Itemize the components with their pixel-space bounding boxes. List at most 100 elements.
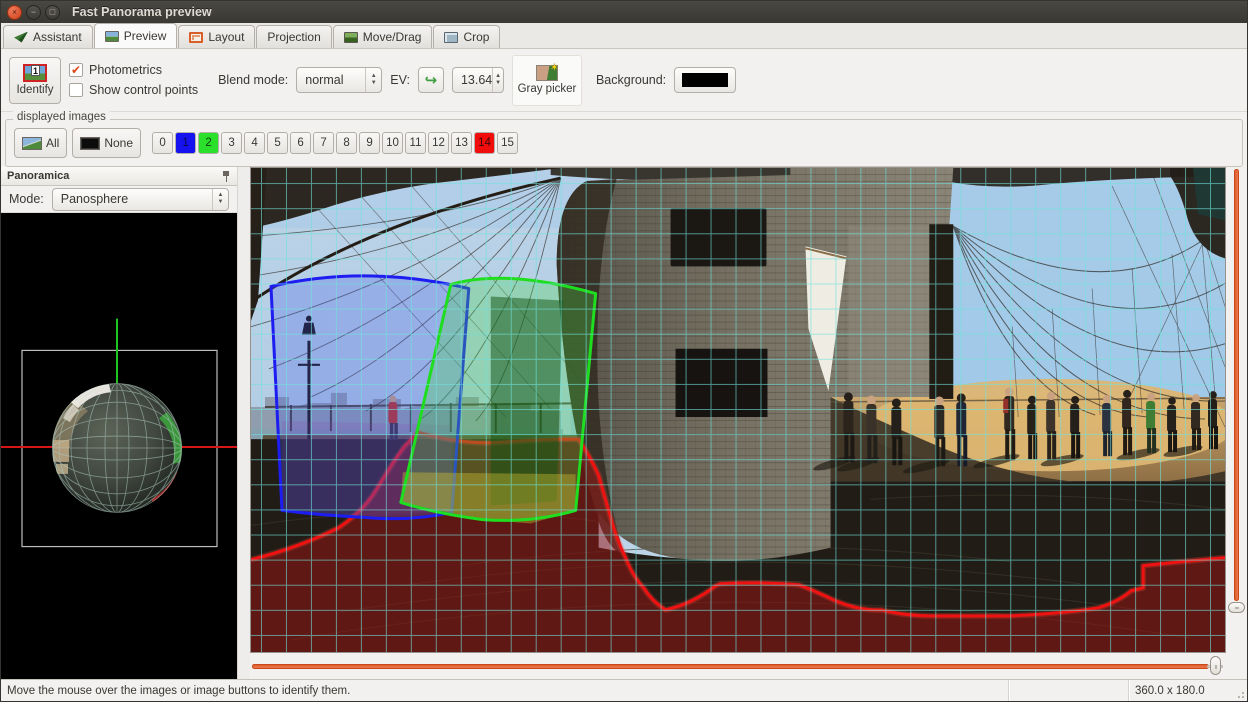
image-toggle-13[interactable]: 13: [451, 132, 472, 154]
panosphere-canvas[interactable]: [1, 213, 237, 679]
yaw-slider-track[interactable]: [252, 664, 1209, 669]
image-toggle-3[interactable]: 3: [221, 132, 242, 154]
spinner-arrows-icon[interactable]: ▲▼: [212, 189, 228, 210]
image-toggle-5[interactable]: 5: [267, 132, 288, 154]
gray-picker-icon: ✶: [536, 65, 558, 81]
displayed-images-legend: displayed images: [13, 111, 110, 123]
tab-move-drag[interactable]: Move/Drag: [333, 25, 433, 48]
image-toggle-4[interactable]: 4: [244, 132, 265, 154]
green-arrow-icon: ↪: [425, 71, 438, 89]
image-toggle-15[interactable]: 15: [497, 132, 518, 154]
image-toggle-1[interactable]: 1: [175, 132, 196, 154]
pitch-slider-track[interactable]: [1234, 169, 1239, 601]
spinner-arrows-icon[interactable]: ▲▼: [365, 68, 381, 92]
displayed-images-group: All None 0 1 2 3 4 5 6 7 8 9 10 11 12 13: [1, 112, 1247, 167]
spinner-arrows-icon[interactable]: ▲▼: [492, 68, 503, 92]
image-toggle-2[interactable]: 2: [198, 132, 219, 154]
none-label: None: [104, 136, 133, 150]
panorama-preview-canvas[interactable]: [250, 167, 1226, 653]
close-icon[interactable]: ×: [7, 5, 22, 20]
blend-mode-select[interactable]: normal ▲▼: [296, 67, 382, 93]
move-drag-icon: [344, 32, 358, 43]
tab-crop[interactable]: Crop: [433, 25, 500, 48]
panorama-scene: [251, 168, 1225, 652]
all-images-icon: [22, 137, 42, 150]
background-color-swatch: [682, 73, 728, 87]
panoramica-header: Panoramica: [1, 167, 237, 186]
mode-label: Mode:: [9, 192, 44, 206]
background-color-button[interactable]: [674, 67, 736, 93]
identify-label: Identify: [16, 84, 53, 96]
show-control-points-checkbox[interactable]: Show control points: [69, 83, 198, 97]
layout-icon: [189, 32, 203, 43]
ev-reset-button[interactable]: ↪: [418, 67, 444, 93]
preview-area: [250, 167, 1247, 679]
pitch-slider-handle[interactable]: [1228, 602, 1245, 613]
identify-badge: 1: [31, 65, 40, 76]
image-toggle-9[interactable]: 9: [359, 132, 380, 154]
tab-preview[interactable]: Preview: [94, 23, 178, 48]
mode-select[interactable]: Panosphere ▲▼: [52, 188, 229, 211]
checkbox-unchecked-icon[interactable]: [69, 83, 83, 97]
pin-icon[interactable]: [221, 170, 231, 182]
photometrics-checkbox[interactable]: ✔ Photometrics: [69, 63, 198, 77]
tab-label: Layout: [208, 30, 244, 44]
yaw-slider-handle[interactable]: [1210, 656, 1221, 675]
panosphere-3d-view: [1, 213, 237, 679]
tab-projection[interactable]: Projection: [256, 25, 331, 48]
gray-picker-label: Gray picker: [518, 83, 577, 95]
crop-icon: [444, 32, 458, 43]
blend-mode-value: normal: [305, 73, 365, 87]
tab-assistant[interactable]: Assistant: [3, 25, 93, 48]
tab-label: Move/Drag: [363, 30, 422, 44]
status-middle-cell: [1009, 680, 1129, 701]
status-pano-size: 360.0 x 180.0: [1129, 680, 1247, 701]
main-area: Panoramica Mode: Panosphere ▲▼: [1, 167, 1247, 679]
none-images-icon: [80, 137, 100, 150]
checkbox-checked-icon[interactable]: ✔: [69, 63, 83, 77]
title-bar: × − □ Fast Panorama preview: [1, 1, 1247, 23]
image-toggle-row: 0 1 2 3 4 5 6 7 8 9 10 11 12 13 14 15: [152, 132, 518, 154]
ev-label: EV:: [390, 73, 410, 87]
show-all-button[interactable]: All: [14, 128, 67, 158]
tab-label: Projection: [267, 30, 320, 44]
ev-value: 13.64: [461, 73, 492, 87]
gray-picker-button[interactable]: ✶ Gray picker: [512, 55, 582, 106]
maximize-icon[interactable]: □: [45, 5, 60, 20]
panoramica-panel: Panoramica Mode: Panosphere ▲▼: [1, 167, 238, 679]
all-label: All: [46, 136, 59, 150]
minimize-icon[interactable]: −: [26, 5, 41, 20]
toolbar: 1 Identify ✔ Photometrics Show control p…: [1, 49, 1247, 112]
status-bar: Move the mouse over the images or image …: [1, 679, 1247, 701]
image-toggle-14[interactable]: 14: [474, 132, 495, 154]
identify-icon: 1: [23, 64, 47, 82]
app-window: × − □ Fast Panorama preview Assistant Pr…: [0, 0, 1248, 702]
image-toggle-6[interactable]: 6: [290, 132, 311, 154]
mode-row: Mode: Panosphere ▲▼: [1, 186, 237, 213]
image-toggle-11[interactable]: 11: [405, 132, 426, 154]
show-none-button[interactable]: None: [72, 128, 141, 158]
image-toggle-12[interactable]: 12: [428, 132, 449, 154]
yaw-slider-row: [250, 653, 1247, 679]
image-toggle-10[interactable]: 10: [382, 132, 403, 154]
assistant-icon: [14, 32, 28, 43]
image-toggle-7[interactable]: 7: [313, 132, 334, 154]
image-toggle-8[interactable]: 8: [336, 132, 357, 154]
tab-label: Preview: [124, 29, 167, 43]
tab-bar: Assistant Preview Layout Projection Move…: [1, 23, 1247, 49]
tab-label: Assistant: [33, 30, 82, 44]
preview-icon: [105, 31, 119, 42]
tab-layout[interactable]: Layout: [178, 25, 255, 48]
image-toggle-0[interactable]: 0: [152, 132, 173, 154]
ev-spinbox[interactable]: 13.64 ▲▼: [452, 67, 504, 93]
identify-button[interactable]: 1 Identify: [9, 57, 61, 104]
show-control-points-label: Show control points: [89, 83, 198, 97]
status-message: Move the mouse over the images or image …: [1, 680, 1009, 701]
photometrics-label: Photometrics: [89, 63, 162, 77]
blend-mode-label: Blend mode:: [218, 73, 288, 87]
window-title: Fast Panorama preview: [72, 5, 212, 19]
panel-splitter[interactable]: [238, 167, 250, 679]
resize-grip[interactable]: [1235, 689, 1245, 699]
panoramica-title: Panoramica: [7, 170, 69, 182]
tab-label: Crop: [463, 30, 489, 44]
